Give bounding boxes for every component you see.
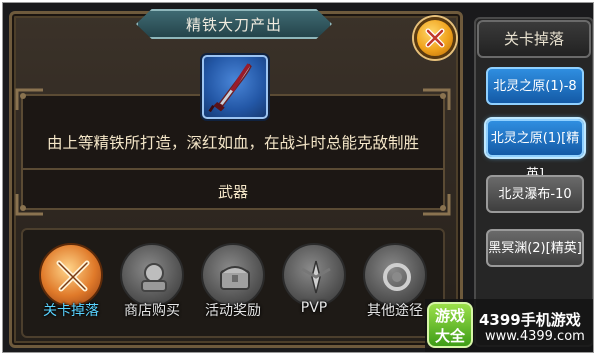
item-description: 由上等精铁所打造，深红如血，在战斗时总能克敌制胜 bbox=[46, 134, 419, 152]
stage-button[interactable]: 北灵瀑布-10 bbox=[486, 175, 584, 213]
other-icon bbox=[383, 263, 411, 291]
watermark-logo-line1: 游戏 bbox=[434, 307, 465, 325]
stage-button[interactable]: 北灵之原(1)-8 bbox=[486, 67, 584, 105]
ornament-corner-icon bbox=[423, 88, 451, 110]
source-label: PVP bbox=[300, 300, 328, 316]
dialog-title: 精铁大刀产出 bbox=[185, 15, 282, 34]
source-disc bbox=[282, 243, 346, 307]
source-label: 商店购买 bbox=[124, 303, 180, 319]
close-button[interactable] bbox=[414, 17, 456, 59]
watermark-site-name: 4399手机游戏 bbox=[479, 311, 581, 329]
stage-button[interactable]: 北灵之原(1)[精英] bbox=[486, 119, 584, 182]
description-divider bbox=[21, 168, 445, 170]
dialog-title-tab: 精铁大刀产出 bbox=[136, 9, 332, 39]
source-disc bbox=[39, 243, 103, 307]
source-disc bbox=[120, 243, 184, 307]
item-icon-slot[interactable] bbox=[202, 55, 268, 119]
pvp-blades-icon bbox=[301, 260, 331, 294]
stage-button[interactable]: 黑冥渊(2)[精英] bbox=[486, 229, 584, 267]
source-button-other[interactable]: 其他途径 bbox=[359, 243, 431, 327]
item-type: 武器 bbox=[217, 183, 248, 201]
source-disc bbox=[201, 243, 265, 307]
source-button-event-reward[interactable]: 活动奖励 bbox=[197, 243, 269, 327]
source-disc bbox=[363, 243, 427, 307]
watermark-logo: 游戏 大全 bbox=[427, 302, 473, 348]
stage-list-title: 关卡掉落 bbox=[477, 20, 591, 58]
source-button-stage-drop[interactable]: 关卡掉落 bbox=[35, 243, 107, 327]
source-label: 活动奖励 bbox=[205, 303, 261, 319]
source-button-shop[interactable]: 商店购买 bbox=[116, 243, 188, 327]
source-label: 关卡掉落 bbox=[43, 303, 99, 319]
sword-icon bbox=[208, 63, 252, 113]
watermark-logo-line2: 大全 bbox=[434, 327, 465, 345]
ornament-corner-icon bbox=[15, 88, 43, 110]
source-button-pvp[interactable]: PVP bbox=[278, 243, 350, 327]
crossed-swords-icon bbox=[56, 260, 90, 292]
close-icon bbox=[425, 28, 445, 48]
game-window: 精铁大刀产出 由上等精铁所打造，深红如血，在战斗时总能克敌制胜 武器 关卡掉落 … bbox=[2, 2, 594, 353]
shop-icon bbox=[141, 263, 167, 292]
watermark-site-url: www.4399.com bbox=[485, 329, 585, 344]
chest-icon bbox=[220, 266, 250, 290]
